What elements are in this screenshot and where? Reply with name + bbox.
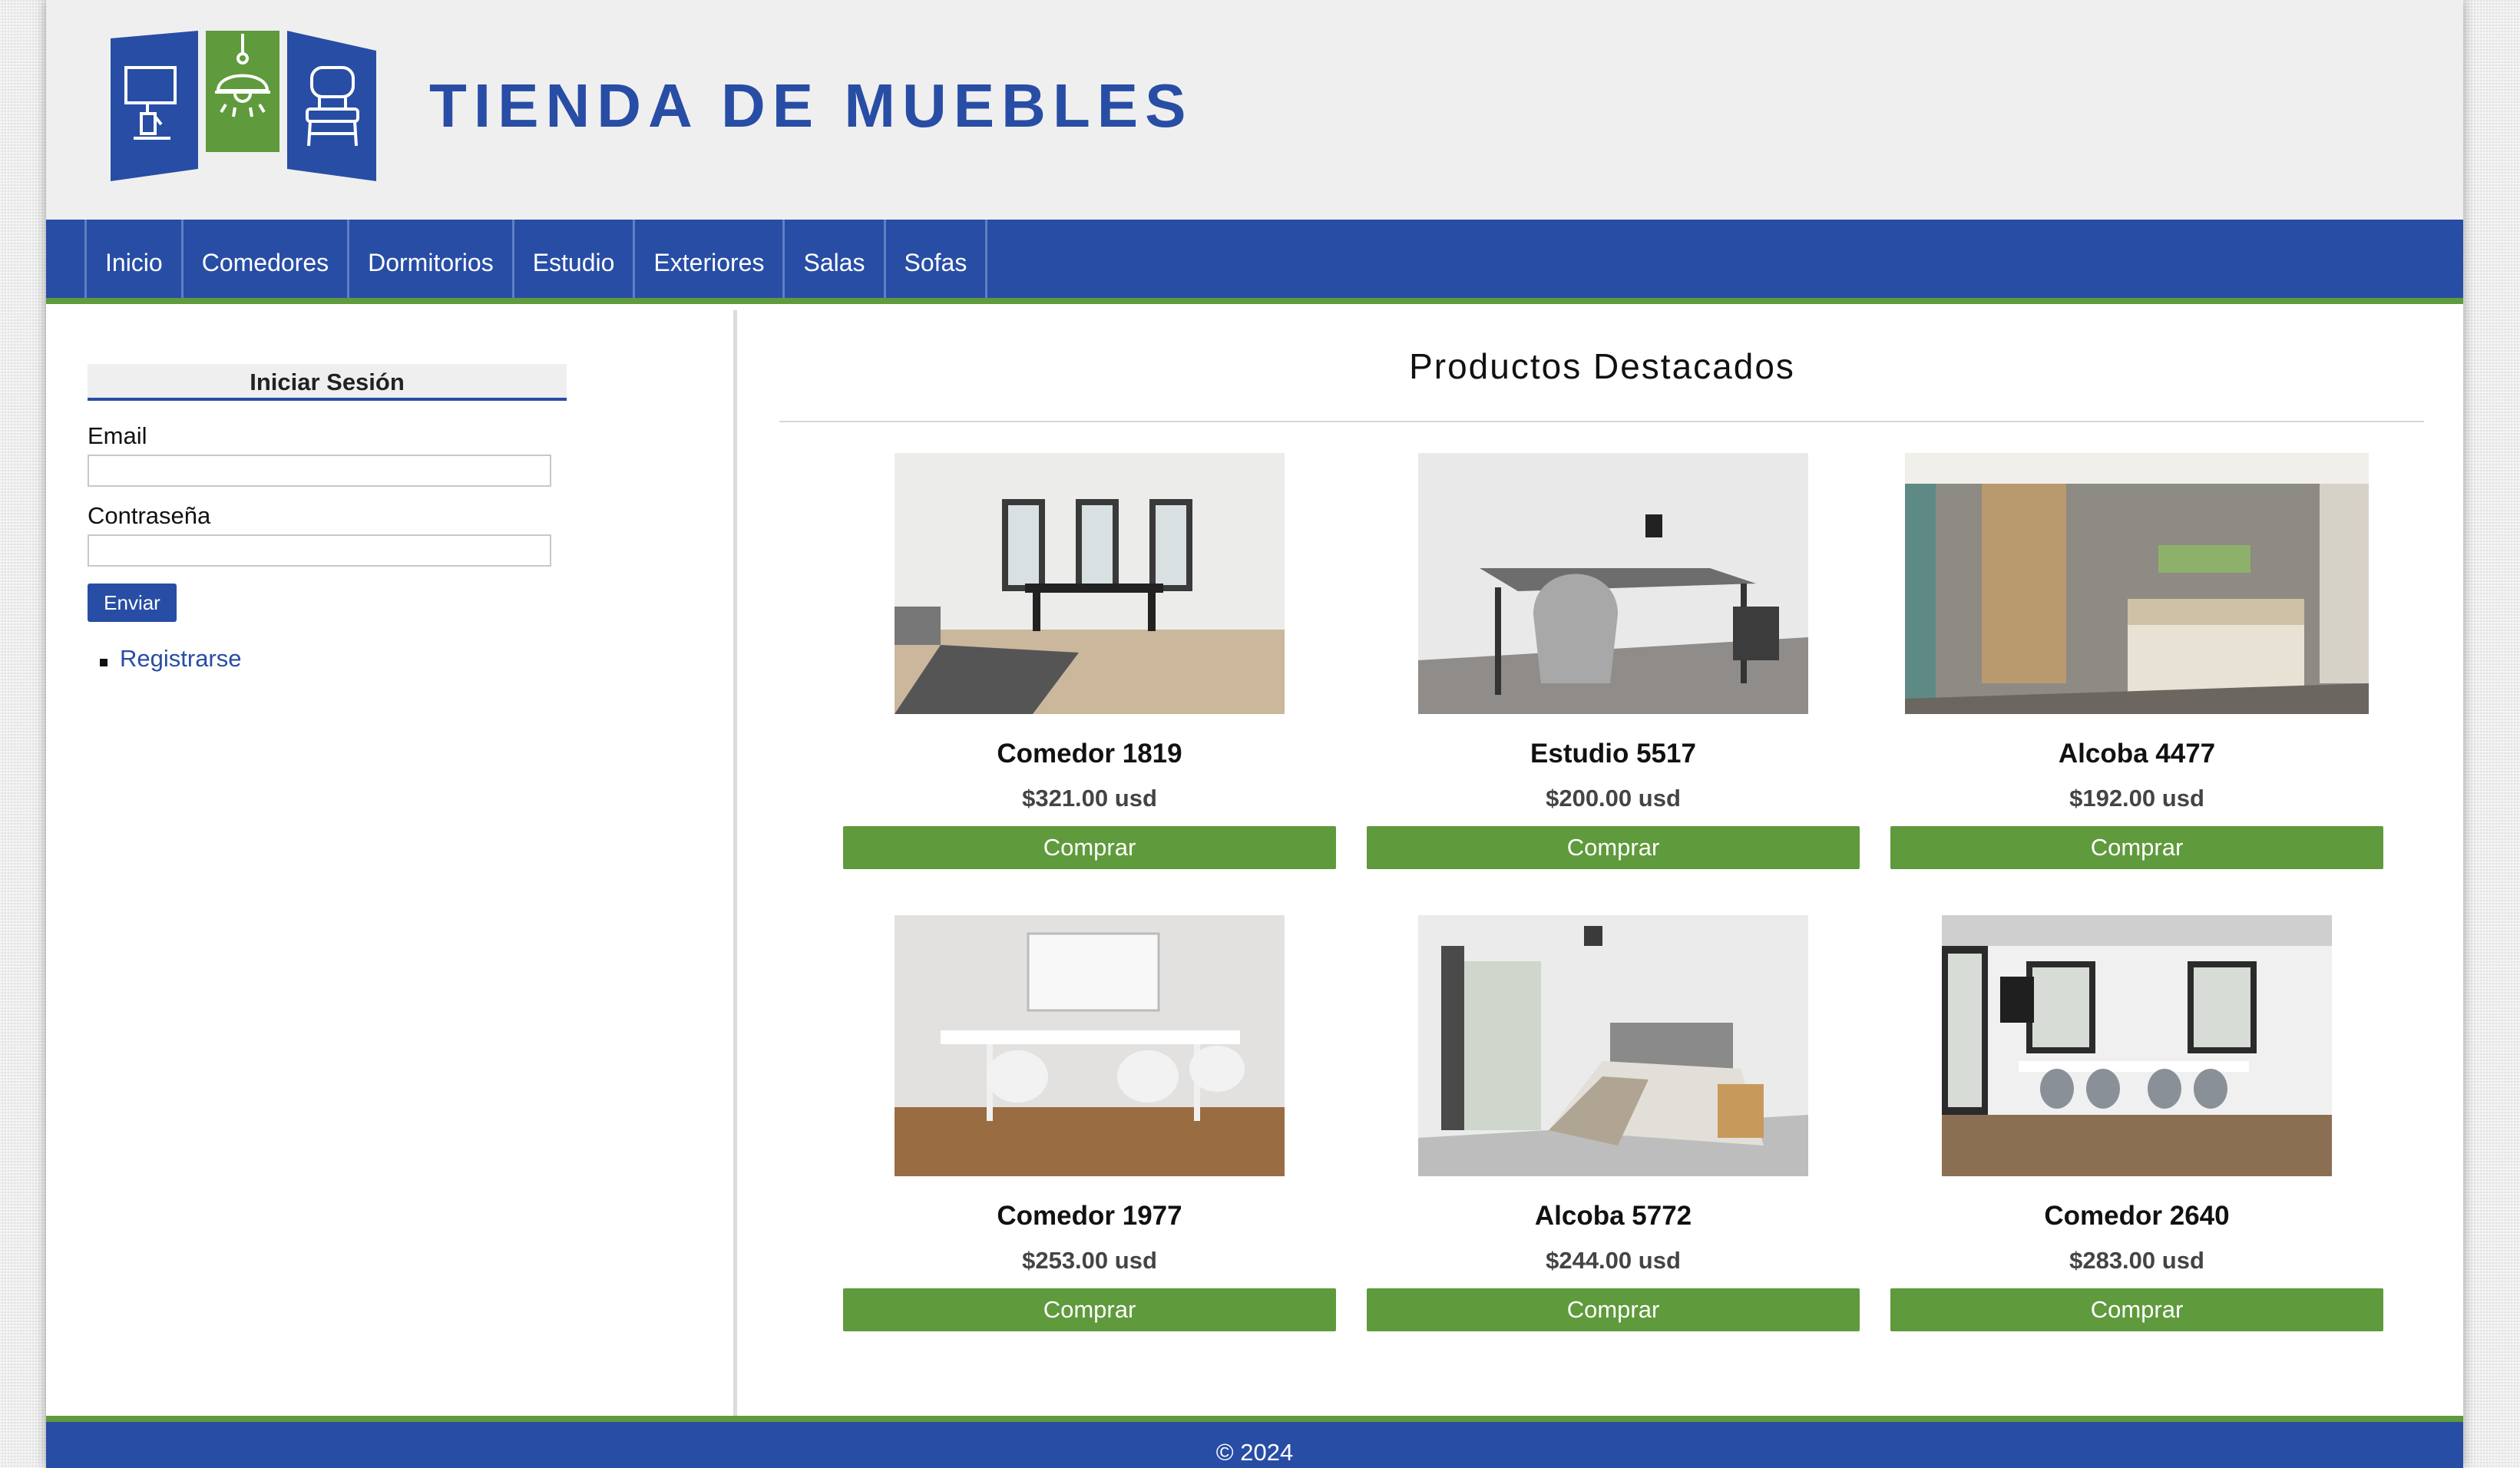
product-card: Comedor 2640 $283.00 usd Comprar	[1890, 915, 2383, 1345]
site-title: TIENDA DE MUEBLES	[429, 71, 1193, 140]
product-card: Comedor 1977 $253.00 usd Comprar	[843, 915, 1336, 1345]
product-image[interactable]	[1942, 915, 2332, 1176]
nav-item-exteriores[interactable]: Exteriores	[633, 220, 782, 298]
buy-button[interactable]: Comprar	[1890, 1288, 2383, 1331]
nav-item-comedores[interactable]: Comedores	[180, 220, 347, 298]
product-name: Comedor 2640	[2044, 1201, 2230, 1231]
product-price: $192.00 usd	[2069, 785, 2204, 812]
product-image[interactable]	[895, 915, 1285, 1176]
product-price: $283.00 usd	[2069, 1247, 2204, 1274]
nav-list: Inicio Comedores Dormitorios Estudio Ext…	[84, 220, 988, 298]
featured-section: Productos Destacados Comedor 1819 $321.0…	[741, 310, 2463, 1416]
product-image[interactable]	[1418, 453, 1808, 714]
buy-button[interactable]: Comprar	[1367, 1288, 1860, 1331]
buy-button[interactable]: Comprar	[843, 1288, 1336, 1331]
product-image[interactable]	[1905, 453, 2369, 714]
store-logo[interactable]	[111, 31, 376, 181]
buy-button[interactable]: Comprar	[843, 826, 1336, 869]
product-name: Comedor 1819	[997, 739, 1182, 769]
product-name: Alcoba 5772	[1534, 1201, 1692, 1231]
nav-item-estudio[interactable]: Estudio	[511, 220, 633, 298]
site-header: TIENDA DE MUEBLES	[46, 0, 2463, 220]
list-bullet	[100, 659, 107, 666]
product-name: Alcoba 4477	[2058, 739, 2216, 769]
product-price: $321.00 usd	[1022, 785, 1157, 812]
product-image[interactable]	[1418, 915, 1808, 1176]
product-card: Estudio 5517 $200.00 usd Comprar	[1367, 453, 1860, 883]
product-price: $244.00 usd	[1546, 1247, 1681, 1274]
section-title: Productos Destacados	[1409, 346, 1795, 386]
register-link[interactable]: Registrarse	[120, 645, 242, 673]
email-field[interactable]	[88, 455, 551, 487]
site-footer: © 2024	[46, 1416, 2463, 1468]
email-label: Email	[88, 422, 147, 449]
product-card: Alcoba 5772 $244.00 usd Comprar	[1367, 915, 1860, 1345]
product-name: Estudio 5517	[1530, 739, 1696, 769]
copyright-text: © 2024	[1215, 1439, 1294, 1466]
password-field[interactable]	[88, 534, 551, 567]
nav-item-dormitorios[interactable]: Dormitorios	[347, 220, 512, 298]
product-image[interactable]	[895, 453, 1285, 714]
product-price: $200.00 usd	[1546, 785, 1681, 812]
login-title: Iniciar Sesión	[88, 364, 567, 401]
main-nav: Inicio Comedores Dormitorios Estudio Ext…	[46, 220, 2463, 304]
buy-button[interactable]: Comprar	[1890, 826, 2383, 869]
page-container: TIENDA DE MUEBLES Inicio Comedores Dormi…	[46, 0, 2463, 1468]
section-divider	[779, 421, 2424, 422]
nav-item-sofas[interactable]: Sofas	[883, 220, 988, 298]
buy-button[interactable]: Comprar	[1367, 826, 1860, 869]
login-sidebar: Iniciar Sesión Email Contraseña Enviar R…	[46, 310, 737, 1416]
product-price: $253.00 usd	[1022, 1247, 1157, 1274]
submit-button[interactable]: Enviar	[88, 584, 177, 622]
product-name: Comedor 1977	[997, 1201, 1182, 1231]
product-card: Alcoba 4477 $192.00 usd Comprar	[1890, 453, 2383, 883]
password-label: Contraseña	[88, 502, 211, 529]
nav-item-inicio[interactable]: Inicio	[84, 220, 181, 298]
nav-item-salas[interactable]: Salas	[782, 220, 883, 298]
product-card: Comedor 1819 $321.00 usd Comprar	[843, 453, 1336, 883]
